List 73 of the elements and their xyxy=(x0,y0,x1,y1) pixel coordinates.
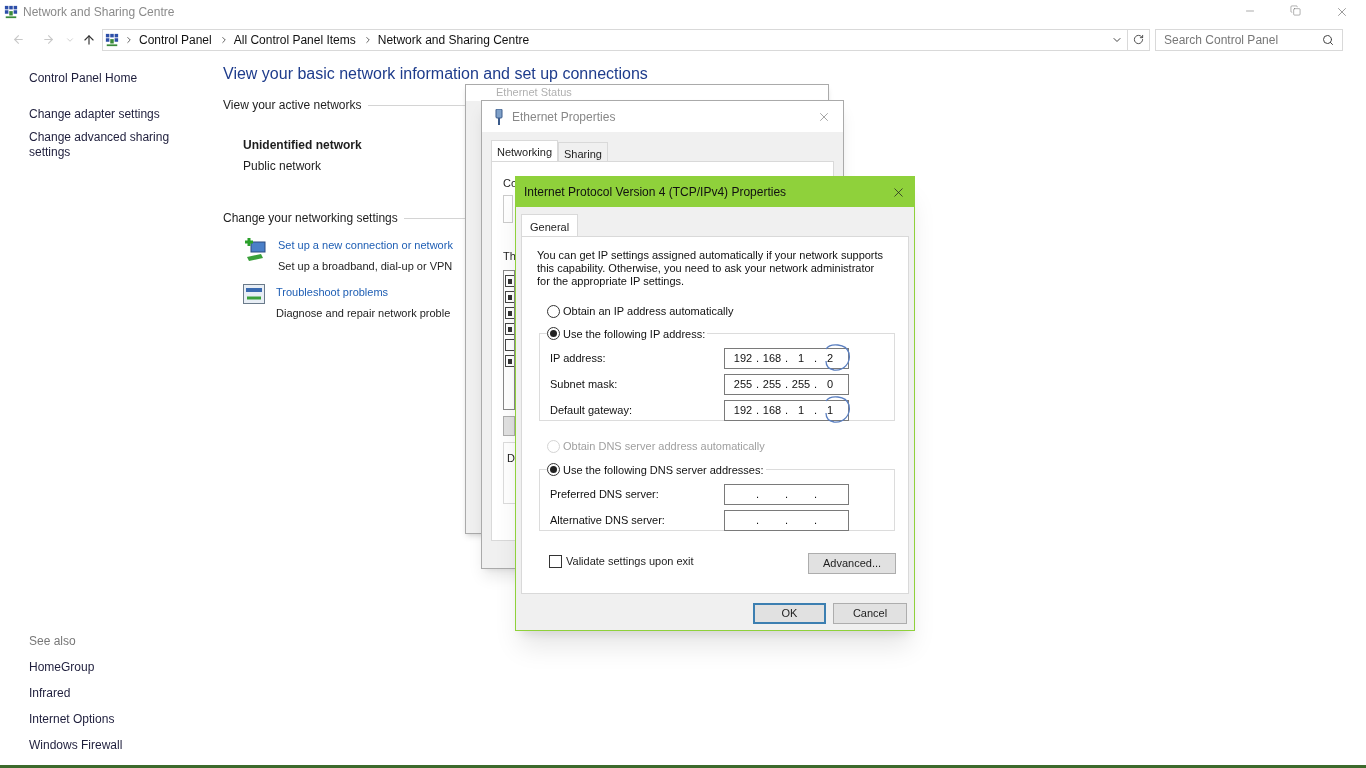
section-label: Change your networking settings xyxy=(223,210,398,227)
button-edge xyxy=(503,416,515,436)
checkbox-label: Validate settings upon exit xyxy=(566,553,694,569)
cancel-button[interactable]: Cancel xyxy=(833,603,907,624)
checkbox[interactable] xyxy=(505,323,514,335)
network-name: Unidentified network xyxy=(243,137,362,154)
sidebar-link[interactable]: Change adapter settings xyxy=(29,107,179,122)
adapter-field xyxy=(503,194,513,223)
control-panel-icon xyxy=(105,32,119,47)
radio-button[interactable] xyxy=(547,327,560,341)
task-description: Set up a broadband, dial-up or VPN xyxy=(278,258,453,274)
field-label: Subnet mask: xyxy=(550,376,618,392)
radio-label: Obtain an IP address automatically xyxy=(563,304,734,319)
radio-button[interactable] xyxy=(547,463,560,477)
checkbox[interactable] xyxy=(505,355,514,367)
window-title: Network and Sharing Centre xyxy=(23,4,175,21)
field-label: Default gateway: xyxy=(550,402,632,418)
sidebar-link[interactable]: Control Panel Home xyxy=(29,71,179,86)
ip-address-field[interactable]: 192 . 168 . 1 . 1 xyxy=(724,399,849,421)
network-type: Public network xyxy=(243,158,322,175)
radio-label: Obtain DNS server address automatically xyxy=(563,439,765,454)
breadcrumb[interactable]: Control Panel xyxy=(139,30,212,49)
checkbox[interactable] xyxy=(549,554,562,568)
breadcrumb[interactable]: Network and Sharing Centre xyxy=(377,30,530,49)
ip-address-field[interactable]: . . . xyxy=(724,509,849,531)
field-label: Alternative DNS server: xyxy=(550,512,665,528)
ok-button[interactable]: OK xyxy=(753,603,826,624)
refresh-icon xyxy=(1133,34,1144,45)
tab[interactable]: Networking xyxy=(491,140,559,161)
see-also-link[interactable]: Windows Firewall xyxy=(29,736,223,754)
checkbox[interactable] xyxy=(505,275,514,287)
radio-label: Use the following IP address: xyxy=(563,326,706,342)
intro-text: You can get IP settings assigned automatically if your network supports this capability. Otherwise, you need to ask your network administrator for the appropriate IP settings. xyxy=(537,249,885,288)
dialog-title: Ethernet Properties xyxy=(512,108,616,126)
ip-address-field[interactable]: 192 . 168 . 1 . 2 xyxy=(724,347,849,369)
breadcrumb[interactable]: All Control Panel Items xyxy=(233,30,356,49)
radio-button[interactable] xyxy=(547,304,560,318)
field-label: Preferred DNS server: xyxy=(550,486,659,502)
ip-address-field[interactable]: . . . xyxy=(724,483,849,505)
checkbox[interactable] xyxy=(505,307,514,319)
field-label: IP address: xyxy=(550,350,606,366)
advanced-button[interactable]: Advanced... xyxy=(808,553,896,574)
breadcrumb-separator-icon xyxy=(124,34,134,45)
task-description: Diagnose and repair network proble xyxy=(276,305,451,321)
search-field[interactable]: Search Control Panel xyxy=(1155,28,1343,51)
up-icon[interactable] xyxy=(82,32,96,47)
see-also-heading: See also xyxy=(29,633,77,650)
search-icon xyxy=(1322,33,1334,46)
page-heading: View your basic network information and set up connections xyxy=(223,64,648,84)
radio-label: Use the following DNS server addresses: xyxy=(563,462,764,478)
checkbox[interactable] xyxy=(505,339,514,351)
see-also-link[interactable]: Internet Options xyxy=(29,710,223,728)
dialog-title: Internet Protocol Version 4 (TCP/IPv4) Properties xyxy=(524,184,787,201)
task-link[interactable]: Set up a new connection or network xyxy=(278,237,453,254)
see-also-link[interactable]: Infrared xyxy=(29,684,223,702)
refresh-button[interactable] xyxy=(1128,28,1150,51)
section-label: View your active networks xyxy=(223,97,362,114)
close-icon[interactable] xyxy=(1335,5,1349,19)
troubleshoot-icon xyxy=(243,284,265,304)
text-fragment: Th xyxy=(503,248,516,264)
tab[interactable]: Sharing xyxy=(558,142,608,161)
checkbox[interactable] xyxy=(505,291,514,303)
text-fragment: D xyxy=(507,452,515,464)
address-bar[interactable]: Control Panel All Control Panel Items Network and Sharing Centre xyxy=(102,28,1128,51)
ethernet-icon xyxy=(494,108,504,125)
ip-address-field[interactable]: 255 . 255 . 255 . 0 xyxy=(724,373,849,395)
task-link[interactable]: Troubleshoot problems xyxy=(276,284,451,301)
sidebar-link[interactable]: Change advanced sharing settings xyxy=(29,130,179,160)
control-panel-icon xyxy=(4,5,18,19)
new-connection-icon xyxy=(243,237,267,261)
dialog-title: Ethernet Status xyxy=(496,86,572,99)
tab[interactable]: General xyxy=(521,214,579,236)
see-also-link[interactable]: HomeGroup xyxy=(29,658,223,676)
